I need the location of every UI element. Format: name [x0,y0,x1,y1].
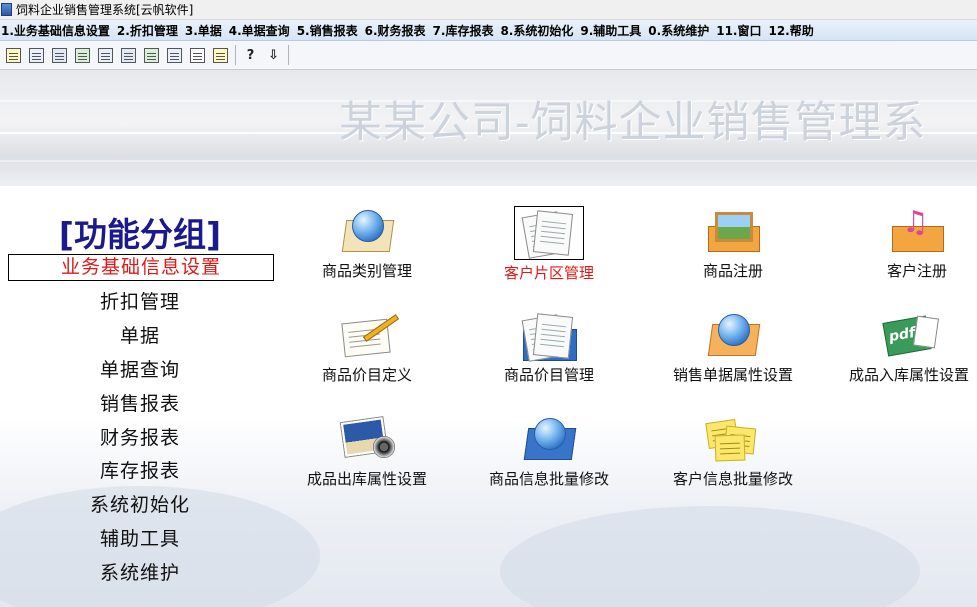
menu-window[interactable]: 11.窗口 [715,22,767,39]
group-item-documents[interactable]: 单据 [0,321,280,348]
photo-camera-icon [332,414,402,466]
toolbar: ? ⇩ [0,41,977,70]
func-label: 成品入库属性设置 [848,366,969,384]
menu-system-init[interactable]: 8.系统初始化 [499,22,579,39]
report-icon[interactable] [165,46,184,65]
func-label: 商品信息批量修改 [488,470,609,488]
picture-frame-icon [698,206,768,258]
grid-icon[interactable] [50,46,69,65]
func-label: 客户注册 [886,262,947,280]
banner: 某某公司-饲料企业销售管理系 [0,70,977,186]
users-icon[interactable] [96,46,115,65]
group-title: [功能分组] [58,215,222,254]
menu-discount[interactable]: 2.折扣管理 [116,22,184,39]
func-label: 商品价目管理 [503,366,594,384]
blue-globe-icon [514,414,584,466]
pdf-document-icon: pdf [874,310,944,362]
window-title: 饲料企业销售管理系统[云帆软件] [16,3,194,17]
pencil-document-icon [332,310,402,362]
group-item-maintenance[interactable]: 系统维护 [0,558,280,585]
func-label: 商品注册 [702,262,763,280]
func-stock-out-props[interactable]: 成品出库属性设置 [282,414,452,489]
func-sales-doc-props[interactable]: 销售单据属性设置 [648,310,818,385]
group-item-discount[interactable]: 折扣管理 [0,287,280,314]
group-item-document-query[interactable]: 单据查询 [0,355,280,382]
sticky-notes-icon [698,414,768,466]
menu-help[interactable]: 12.帮助 [767,22,819,39]
database-icon[interactable] [142,46,161,65]
group-item-tools[interactable]: 辅助工具 [0,524,280,551]
group-item-system-init[interactable]: 系统初始化 [0,490,280,517]
app-icon[interactable] [1,3,12,16]
documents-icon [514,206,584,260]
main-content: [功能分组] 业务基础信息设置 折扣管理 单据 单据查询 销售报表 财务报表 库… [0,186,977,607]
menu-basic-info[interactable]: 1.业务基础信息设置 [0,22,116,39]
menu-inventory-report[interactable]: 7.库存报表 [432,22,500,39]
func-customer-area[interactable]: 客户片区管理 [464,206,634,283]
banner-title: 某某公司-饲料企业销售管理系 [339,98,927,148]
func-label: 商品类别管理 [321,262,412,280]
func-label: 成品出库属性设置 [306,470,427,488]
func-price-manage[interactable]: 商品价目管理 [464,310,634,385]
func-label: 客户信息批量修改 [672,470,793,488]
menu-documents[interactable]: 3.单据 [184,22,228,39]
group-item-basic-info[interactable]: 业务基础信息设置 [8,254,274,281]
toolbar-separator [288,45,289,65]
music-note-icon: ♫ [882,206,952,258]
list-icon[interactable] [188,46,207,65]
title-bar: 饲料企业销售管理系统[云帆软件] [0,0,977,20]
edit-icon[interactable] [4,46,23,65]
func-price-define[interactable]: 商品价目定义 [282,310,452,385]
func-customer-register[interactable]: ♫ 客户注册 [832,206,977,281]
func-label: 销售单据属性设置 [672,366,793,384]
menu-bar: 1.业务基础信息设置 2.折扣管理 3.单据 4.单据查询 5.销售报表 6.财… [0,20,977,41]
form-icon[interactable] [27,46,46,65]
toolbar-separator [235,45,236,65]
blue-documents-icon [514,310,584,362]
help-icon[interactable]: ? [241,46,260,65]
func-product-register[interactable]: 商品注册 [648,206,818,281]
func-product-batch-edit[interactable]: 商品信息批量修改 [464,414,634,489]
warehouse-icon[interactable] [119,46,138,65]
orange-globe-icon [698,310,768,362]
group-item-inventory-report[interactable]: 库存报表 [0,456,280,483]
func-label: 客户片区管理 [503,264,594,282]
book-icon[interactable] [211,46,230,65]
menu-document-query[interactable]: 4.单据查询 [228,22,296,39]
menu-tools[interactable]: 9.辅助工具 [579,22,647,39]
func-stock-in-props[interactable]: pdf 成品入库属性设置 [834,310,977,385]
exit-icon[interactable]: ⇩ [264,46,283,65]
chart-icon[interactable] [73,46,92,65]
group-item-sales-report[interactable]: 销售报表 [0,389,280,416]
menu-sales-report[interactable]: 5.销售报表 [296,22,364,39]
func-customer-batch-edit[interactable]: 客户信息批量修改 [648,414,818,489]
menu-maintenance[interactable]: 0.系统维护 [647,22,715,39]
func-product-category[interactable]: 商品类别管理 [282,206,452,281]
func-label: 商品价目定义 [321,366,412,384]
menu-finance-report[interactable]: 6.财务报表 [364,22,432,39]
function-group-sidebar: [功能分组] 业务基础信息设置 折扣管理 单据 单据查询 销售报表 财务报表 库… [0,186,280,607]
globe-icon [332,206,402,258]
group-item-finance-report[interactable]: 财务报表 [0,423,280,450]
